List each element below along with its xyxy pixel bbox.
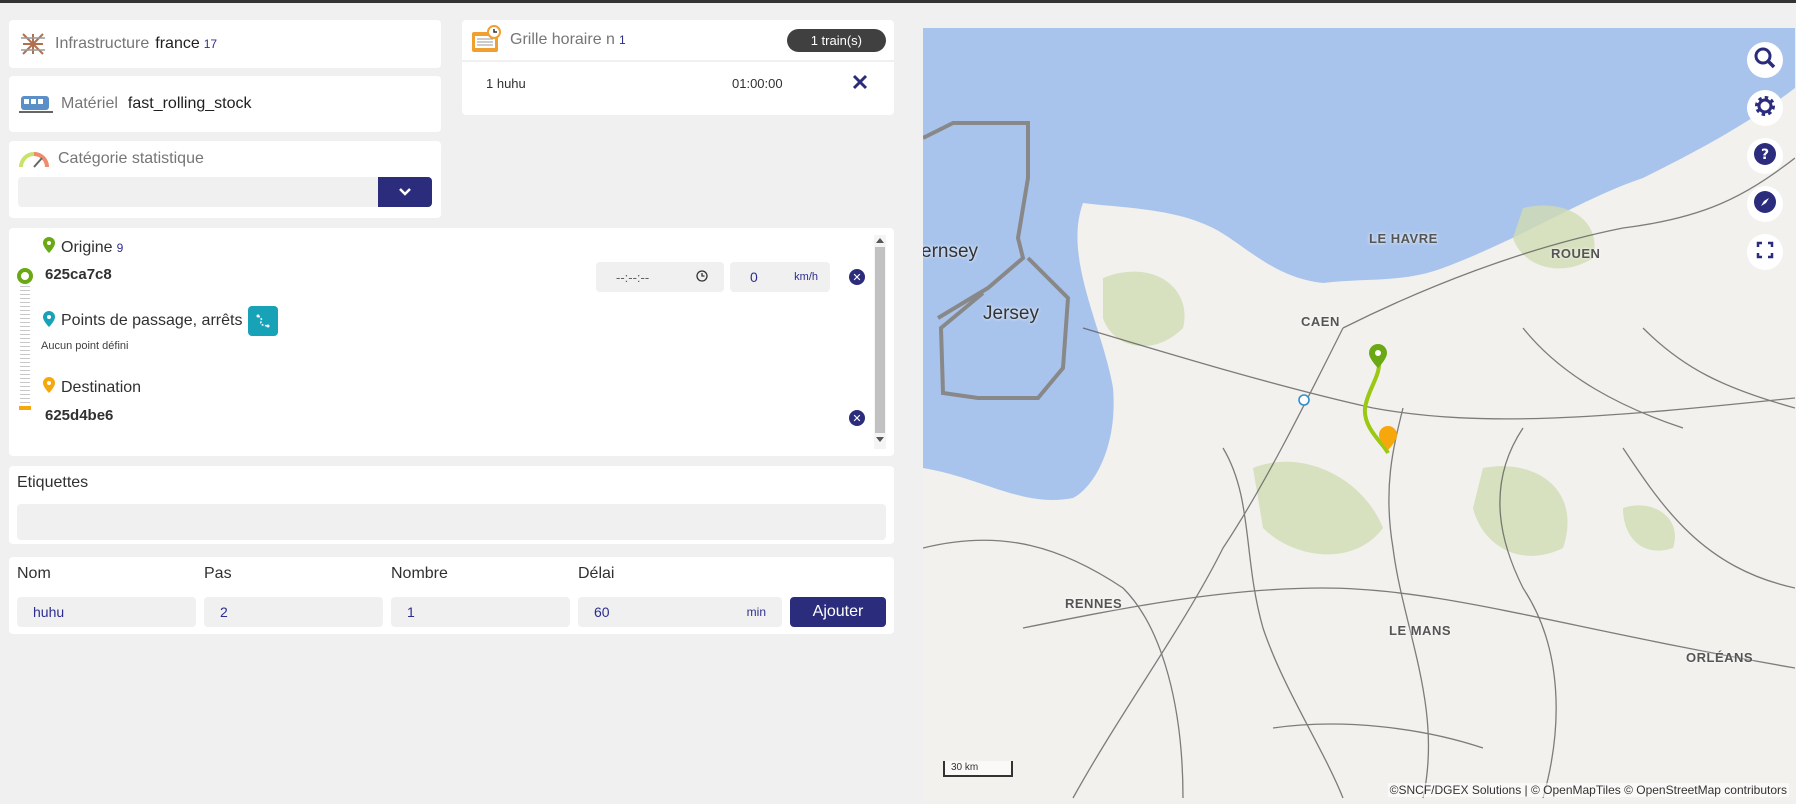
- timetable-icon: [470, 24, 502, 56]
- map-scale: 30 km: [943, 761, 1013, 777]
- itinerary-card: Origine 9 625ca7c8 --:--:-- 0 km/h ✕ Poi…: [9, 228, 894, 456]
- origin-pin-icon: [43, 237, 55, 258]
- origin-label: Origine: [61, 238, 113, 256]
- city-label: CAEN: [1301, 314, 1340, 329]
- statistic-category-select[interactable]: [18, 177, 432, 207]
- labels-input[interactable]: [17, 504, 886, 540]
- name-input[interactable]: huhu: [17, 597, 196, 627]
- waypoints-label: Points de passage, arrêts: [61, 312, 243, 329]
- train-count-badge: 1 train(s): [786, 28, 886, 52]
- origin-id: 625ca7c8: [45, 266, 112, 283]
- itinerary-scrollbar[interactable]: [874, 235, 886, 449]
- train-name: 1 huhu: [486, 75, 526, 91]
- step-input[interactable]: 2: [204, 597, 383, 627]
- number-input[interactable]: 1: [391, 597, 570, 627]
- clock-icon[interactable]: [696, 269, 708, 285]
- destination-pin-icon: [43, 377, 55, 398]
- speed-unit: km/h: [794, 271, 818, 283]
- origin-time-input[interactable]: --:--:--: [596, 262, 724, 292]
- delete-train-icon[interactable]: [852, 74, 868, 93]
- rolling-stock-card[interactable]: Matériel fast_rolling_stock: [9, 76, 441, 132]
- city-label: RENNES: [1065, 596, 1123, 611]
- map-settings-button[interactable]: [1747, 90, 1783, 126]
- search-icon: [1753, 46, 1777, 75]
- svg-text:?: ?: [1761, 147, 1769, 163]
- chevron-down-icon[interactable]: [378, 177, 432, 207]
- delay-input[interactable]: 60 min: [578, 597, 782, 627]
- step-label: Pas: [204, 565, 232, 582]
- destination-label: Destination: [61, 378, 142, 396]
- city-label: ROUEN: [1551, 246, 1601, 261]
- origin-time-value: --:--:--: [616, 269, 650, 285]
- island-label: Jersey: [983, 303, 1039, 324]
- origin-count: 9: [116, 240, 124, 255]
- itinerary-rail: [17, 268, 33, 416]
- infrastructure-icon: [19, 30, 47, 58]
- delay-unit: min: [746, 605, 766, 619]
- delay-label: Délai: [578, 565, 615, 582]
- island-label: ernsey: [923, 241, 979, 262]
- step-value: 2: [220, 604, 228, 620]
- name-value: huhu: [33, 604, 65, 620]
- map-help-button[interactable]: ?: [1747, 138, 1783, 174]
- map-view[interactable]: LE HAVRE ROUEN CAEN RENNES LE MANS ORLÉA…: [923, 28, 1795, 801]
- train-icon: [19, 92, 53, 116]
- fullscreen-icon: [1756, 241, 1774, 264]
- map-search-button[interactable]: [1747, 42, 1783, 78]
- destination-id: 625d4be6: [45, 407, 114, 424]
- timetable-count: 1: [618, 33, 626, 47]
- statistic-category-label: Catégorie statistique: [58, 150, 204, 167]
- rolling-stock-name: fast_rolling_stock: [127, 95, 252, 112]
- timetable-card: Grille horaire n 1 1 train(s) 1 huhu 01:…: [462, 20, 894, 115]
- labels-title: Etiquettes: [17, 474, 89, 491]
- remove-destination-icon[interactable]: ✕: [849, 410, 865, 426]
- name-label: Nom: [17, 565, 51, 582]
- map-fullscreen-button[interactable]: [1747, 234, 1783, 270]
- compass-icon: [1753, 190, 1777, 219]
- gauge-icon: [18, 149, 50, 169]
- infrastructure-card[interactable]: Infrastructure france 17: [9, 20, 441, 68]
- waypoints-empty: Aucun point défini: [41, 340, 129, 352]
- help-icon: ?: [1753, 142, 1777, 171]
- statistic-category-card: Catégorie statistique: [9, 141, 441, 218]
- timetable-label: Grille horaire n: [510, 31, 615, 48]
- train-time: 01:00:00: [732, 75, 783, 91]
- gear-icon: [1752, 93, 1778, 124]
- train-row[interactable]: 1 huhu 01:00:00: [462, 60, 894, 104]
- map-compass-button[interactable]: [1747, 186, 1783, 222]
- infrastructure-label: Infrastructure: [55, 35, 150, 52]
- infrastructure-id: 17: [203, 37, 218, 51]
- statistic-category-field[interactable]: [18, 177, 378, 207]
- remove-origin-icon[interactable]: ✕: [849, 269, 865, 285]
- waypoint-pin-icon: [43, 310, 55, 332]
- origin-speed-value: 0: [750, 269, 758, 285]
- add-button[interactable]: Ajouter: [790, 597, 886, 627]
- city-label: LE HAVRE: [1369, 231, 1438, 246]
- train-generator-form: Nom Pas Nombre Délai huhu 2 1 60 min Ajo…: [9, 557, 894, 634]
- itinerary-scrollbar-thumb[interactable]: [875, 247, 885, 433]
- infrastructure-name: france: [155, 35, 200, 52]
- delay-value: 60: [594, 604, 610, 620]
- map-attribution[interactable]: ©SNCF/DGEX Solutions | © OpenMapTiles © …: [1387, 783, 1789, 797]
- map-canvas: [923, 28, 1795, 799]
- city-label: ORLÉANS: [1686, 650, 1754, 665]
- origin-speed-input[interactable]: 0 km/h: [730, 262, 830, 292]
- waypoints-button[interactable]: [248, 306, 279, 336]
- city-label: LE MANS: [1389, 623, 1451, 638]
- number-value: 1: [407, 604, 415, 620]
- rolling-stock-label: Matériel: [61, 95, 118, 112]
- labels-card: Etiquettes: [9, 466, 894, 544]
- number-label: Nombre: [391, 565, 448, 582]
